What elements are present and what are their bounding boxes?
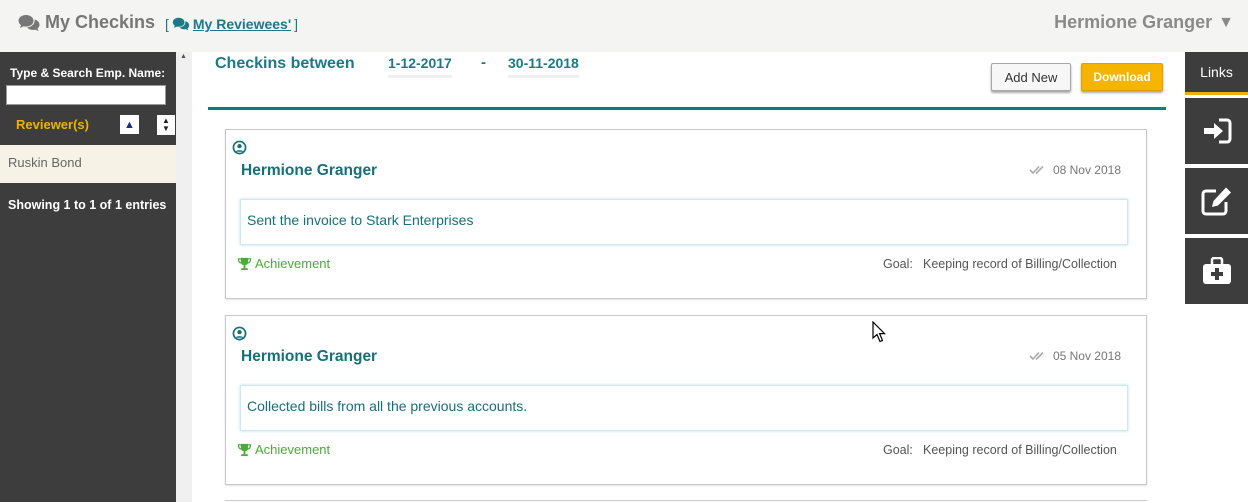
goal-label: Goal: xyxy=(883,443,913,457)
range-label: Checkins between xyxy=(215,55,355,72)
trophy-icon xyxy=(237,257,252,270)
checkin-card: Hermione Granger 08 Nov 2018 Sent the in… xyxy=(225,129,1147,299)
comments-icon xyxy=(172,17,190,31)
sign-in-icon xyxy=(1203,118,1231,144)
header-divider xyxy=(208,107,1166,110)
page-title: My Checkins xyxy=(18,12,155,33)
checkin-date: 08 Nov 2018 xyxy=(1029,163,1121,177)
entries-info: Showing 1 to 1 of 1 entries xyxy=(8,198,167,212)
date-from-field[interactable]: 1-12-2017 xyxy=(388,55,452,78)
reviewer-sidebar: Type & Search Emp. Name: Reviewer(s) ▲ ▲… xyxy=(0,52,176,502)
links-sidebar: Links xyxy=(1185,52,1248,502)
checkin-message: Collected bills from all the previous ac… xyxy=(240,385,1128,431)
reviewers-column-header[interactable]: Reviewer(s) xyxy=(16,117,89,132)
sign-in-link[interactable] xyxy=(1185,98,1248,164)
user-circle-icon xyxy=(232,326,247,341)
checkin-author: Hermione Granger xyxy=(241,162,378,179)
sort-ascending-icon[interactable]: ▲ xyxy=(120,115,139,134)
checkin-message: Sent the invoice to Stark Enterprises xyxy=(240,199,1128,245)
user-circle-icon xyxy=(232,140,247,155)
reviewer-list-item[interactable]: Ruskin Bond xyxy=(0,145,176,183)
checkin-date-text: 08 Nov 2018 xyxy=(1052,163,1121,177)
user-name[interactable]: Hermione Granger xyxy=(1054,12,1212,33)
add-new-button[interactable]: Add New xyxy=(991,63,1071,91)
goal-value: Keeping record of Billing/Collection xyxy=(923,443,1117,457)
scrollbar[interactable]: ▲ xyxy=(176,52,192,502)
checkin-date: 05 Nov 2018 xyxy=(1029,349,1121,363)
goal-value: Keeping record of Billing/Collection xyxy=(923,257,1117,271)
download-button[interactable]: Download xyxy=(1081,63,1163,91)
checkin-type-text: Achievement xyxy=(255,256,331,271)
checkin-type-text: Achievement xyxy=(255,442,331,457)
my-reviewees-link[interactable]: [ My Reviewees' ] xyxy=(165,16,298,32)
checkin-author: Hermione Granger xyxy=(241,348,378,365)
page-title-text: My Checkins xyxy=(45,12,156,32)
edit-link[interactable] xyxy=(1185,168,1248,234)
employee-search-input[interactable] xyxy=(6,85,166,105)
checkin-card: Hermione Granger 05 Nov 2018 Collected b… xyxy=(225,315,1147,485)
medical-kit-icon xyxy=(1202,257,1231,284)
medical-kit-link[interactable] xyxy=(1185,238,1248,304)
checkin-type: Achievement xyxy=(237,442,330,457)
double-check-icon xyxy=(1029,165,1044,175)
my-reviewees-link-text[interactable]: My Reviewees' xyxy=(193,16,291,32)
mouse-cursor-icon xyxy=(872,321,886,343)
comments-icon xyxy=(18,14,40,31)
search-label: Type & Search Emp. Name: xyxy=(10,66,166,80)
goal-label: Goal: xyxy=(883,257,913,271)
caret-down-icon[interactable]: ▼ xyxy=(1218,14,1234,32)
checkin-date-text: 05 Nov 2018 xyxy=(1052,349,1121,363)
trophy-icon xyxy=(237,443,252,456)
scroll-up-icon[interactable]: ▲ xyxy=(180,53,187,60)
date-to-field[interactable]: 30-11-2018 xyxy=(508,55,579,78)
double-check-icon xyxy=(1029,351,1044,361)
reviewees-bracket-close: ] xyxy=(294,16,299,32)
top-header: My Checkins [ My Reviewees' ] Hermione G… xyxy=(0,0,1248,52)
edit-icon xyxy=(1201,187,1231,216)
checkin-type: Achievement xyxy=(237,256,330,271)
date-separator: - xyxy=(481,54,486,71)
reviewees-bracket-open: [ xyxy=(165,16,169,32)
user-menu[interactable]: Hermione Granger ▼ xyxy=(1054,12,1234,33)
sort-both-icon[interactable]: ▲ ▼ xyxy=(157,115,175,135)
links-header: Links xyxy=(1185,52,1248,95)
